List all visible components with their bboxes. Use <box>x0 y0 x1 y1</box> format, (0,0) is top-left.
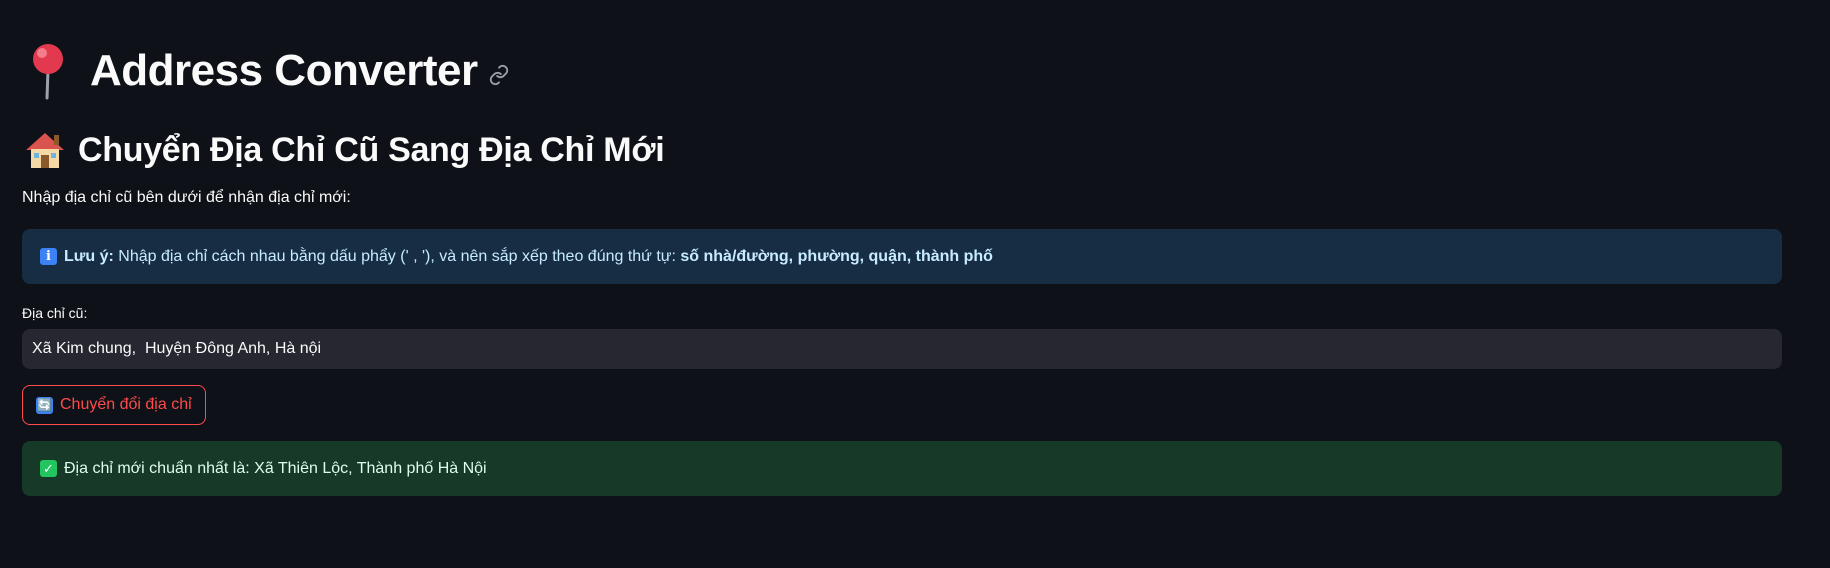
refresh-icon: 🔄 <box>36 396 53 414</box>
success-alert: ✓ Địa chỉ mới chuẩn nhất là: Xã Thiên Lộ… <box>22 441 1782 496</box>
title-row: Address Converter <box>26 36 510 106</box>
round-pushpin-icon <box>26 42 70 100</box>
result-text: Địa chỉ mới chuẩn nhất là: Xã Thiên Lộc,… <box>64 459 487 477</box>
house-icon <box>24 130 66 170</box>
info-alert: i Lưu ý: Nhập địa chỉ cách nhau bằng dấu… <box>22 229 1782 284</box>
info-label: Lưu ý: <box>64 247 114 265</box>
section-header: Chuyển Địa Chỉ Cũ Sang Địa Chỉ Mới <box>24 126 665 174</box>
info-text: Nhập địa chỉ cách nhau bằng dấu phẩy (' … <box>113 247 681 265</box>
info-order: số nhà/đường, phường, quận, thành phố <box>680 247 993 265</box>
app-page: Address Converter Chuyển Địa Chỉ Cũ Sang… <box>0 0 1830 568</box>
old-address-input[interactable] <box>22 329 1782 369</box>
instruction-text: Nhập địa chỉ cũ bên dưới để nhận địa chỉ… <box>22 189 351 206</box>
page-title: Address Converter <box>90 46 478 95</box>
section-title: Chuyển Địa Chỉ Cũ Sang Địa Chỉ Mới <box>78 130 665 169</box>
convert-button-label: Chuyển đổi địa chỉ <box>60 396 192 413</box>
address-field-label: Địa chỉ cũ: <box>22 305 88 321</box>
link-icon[interactable] <box>488 64 510 86</box>
info-icon: i <box>40 248 57 265</box>
check-icon: ✓ <box>40 460 57 477</box>
convert-address-button[interactable]: 🔄 Chuyển đổi địa chỉ <box>22 385 206 425</box>
